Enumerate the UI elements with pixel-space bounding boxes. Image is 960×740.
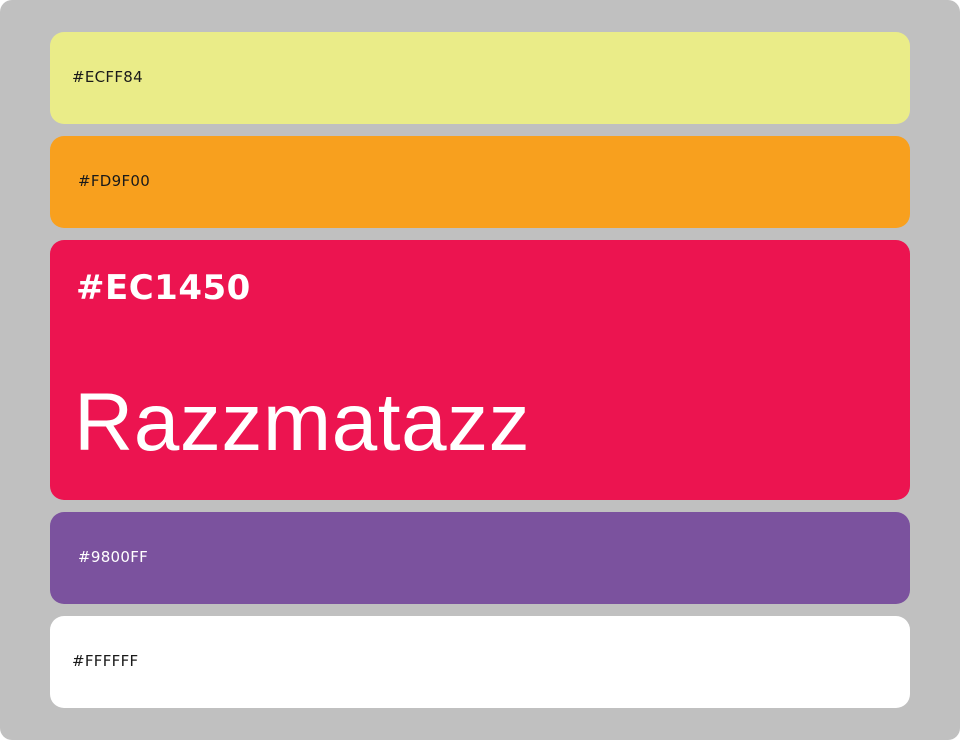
selected-swatch-color-name: Razzmatazz: [74, 377, 531, 468]
swatch-ecff84[interactable]: #ECFF84: [50, 32, 910, 124]
swatch-hex-label: #FD9F00: [78, 172, 151, 190]
swatch-hex-label: #FFFFFF: [72, 652, 139, 670]
swatch-ec1450-selected[interactable]: #EC1450 Razzmatazz: [50, 240, 910, 500]
palette-frame: #ECFF84 #FD9F00 #EC1450 Razzmatazz #9800…: [0, 0, 960, 740]
swatch-fd9f00[interactable]: #FD9F00: [50, 136, 910, 228]
swatch-9800ff[interactable]: #9800FF: [50, 512, 910, 604]
swatch-hex-label: #ECFF84: [72, 68, 143, 86]
selected-swatch-hex-label: #EC1450: [76, 268, 251, 308]
swatch-hex-label: #9800FF: [78, 548, 149, 566]
swatch-ffffff[interactable]: #FFFFFF: [50, 616, 910, 708]
